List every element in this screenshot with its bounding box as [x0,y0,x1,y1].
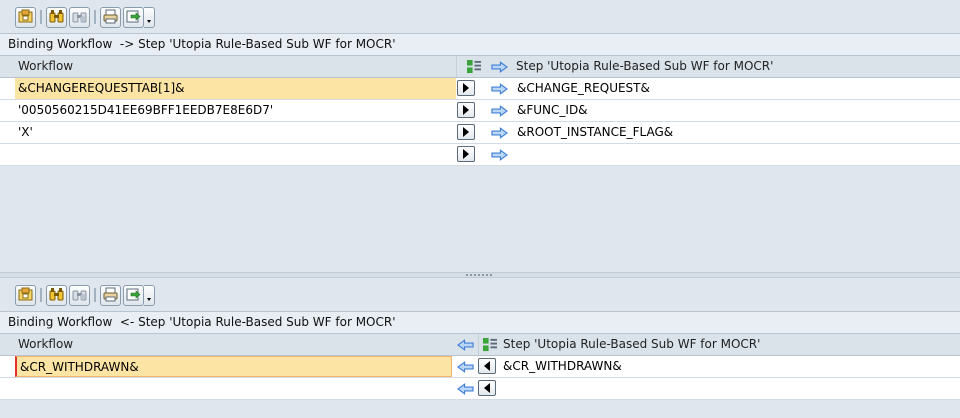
step-element-cell[interactable]: &CR_WITHDRAWN& [500,356,940,377]
export-binding-table: Workflow Step 'Utopia Rule-Based Sub WF … [0,56,960,166]
find-button[interactable] [46,7,67,28]
export-binding-pane: Binding Workflow -> Step 'Utopia Rule-Ba… [0,0,960,272]
details-icon [18,287,33,305]
table-row [0,378,960,400]
export-button[interactable] [123,285,144,306]
arrow-right-icon [490,126,508,139]
import-binding-pane: Binding Workflow <- Step 'Utopia Rule-Ba… [0,278,960,418]
step-element-cell[interactable] [514,144,954,165]
step-element-cell[interactable]: &ROOT_INSTANCE_FLAG& [514,122,954,143]
triangle-right-icon [463,149,469,159]
binding-direction-button[interactable] [457,124,475,140]
binding-direction-button[interactable] [457,80,475,96]
splitter-grip [466,274,494,276]
column-header-step: Step 'Utopia Rule-Based Sub WF for MOCR' [516,59,774,73]
table-header: Workflow Step 'Utopia Rule-Based Sub WF … [0,56,960,78]
binding-direction-button[interactable] [457,146,475,162]
find-icon [49,9,64,27]
import-binding-title: Binding Workflow <- Step 'Utopia Rule-Ba… [0,311,960,334]
details-button[interactable] [15,7,36,28]
binding-direction-button[interactable] [478,358,496,374]
export-dropdown[interactable] [144,7,155,28]
workflow-container-cell[interactable] [15,378,452,399]
table-row: 'X' &ROOT_INSTANCE_FLAG& [0,122,960,144]
workflow-container-cell[interactable]: &CR_WITHDRAWN& [15,356,452,377]
workflow-expression-cell[interactable]: &CHANGEREQUESTTAB[1]& [15,78,456,99]
print-button[interactable] [100,7,121,28]
column-header-workflow: Workflow [18,337,74,351]
print-icon [103,9,118,27]
export-icon [126,9,141,27]
toolbar-separator [40,10,42,24]
triangle-right-icon [463,83,469,93]
export-button[interactable] [123,7,144,28]
workflow-expression-cell[interactable]: 'X' [15,122,456,143]
arrow-right-icon [490,148,508,161]
table-row: &CR_WITHDRAWN& &CR_WITHDRAWN& [0,356,960,378]
triangle-right-icon [463,105,469,115]
arrow-right-icon [490,82,508,95]
triangle-right-icon [463,127,469,137]
export-dropdown[interactable] [144,285,155,306]
toolbar-separator [94,10,96,24]
step-element-cell[interactable] [500,378,940,399]
table-row [0,144,960,166]
column-header-step: Step 'Utopia Rule-Based Sub WF for MOCR' [503,337,761,351]
column-divider [478,334,479,355]
table-layout-icon[interactable] [482,337,497,352]
table-row: '0050560215D41EE69BFF1EEDB7E8E6D7' &FUNC… [0,100,960,122]
arrow-right-icon [490,59,508,74]
find-button[interactable] [46,285,67,306]
export-toolbar [0,0,960,33]
export-icon [126,287,141,305]
arrow-left-icon [456,360,474,373]
arrow-left-icon [456,337,474,352]
arrow-right-icon [490,104,508,117]
print-button[interactable] [100,285,121,306]
triangle-left-icon [484,361,490,371]
workflow-expression-cell[interactable] [15,144,456,165]
column-divider [456,56,457,77]
step-element-cell[interactable]: &FUNC_ID& [514,100,954,121]
details-icon [18,9,33,27]
export-binding-title: Binding Workflow -> Step 'Utopia Rule-Ba… [0,33,960,56]
find-icon [49,287,64,305]
details-button[interactable] [15,285,36,306]
arrow-left-icon [456,382,474,395]
find-next-button[interactable] [69,7,90,28]
import-toolbar [0,278,960,311]
import-binding-table: Workflow Step 'Utopia Rule-Based Sub WF … [0,334,960,400]
toolbar-separator [94,288,96,302]
triangle-left-icon [484,383,490,393]
step-element-cell[interactable]: &CHANGE_REQUEST& [514,78,954,99]
toolbar-separator [40,288,42,302]
find-next-icon [72,287,87,305]
table-header: Workflow Step 'Utopia Rule-Based Sub WF … [0,334,960,356]
workflow-expression-cell[interactable]: '0050560215D41EE69BFF1EEDB7E8E6D7' [15,100,456,121]
find-next-button[interactable] [69,285,90,306]
binding-direction-button[interactable] [478,380,496,396]
table-row: &CHANGEREQUESTTAB[1]& &CHANGE_REQUEST& [0,78,960,100]
binding-direction-button[interactable] [457,102,475,118]
find-next-icon [72,9,87,27]
print-icon [103,287,118,305]
table-layout-icon[interactable] [466,59,481,74]
column-header-workflow: Workflow [18,59,74,73]
